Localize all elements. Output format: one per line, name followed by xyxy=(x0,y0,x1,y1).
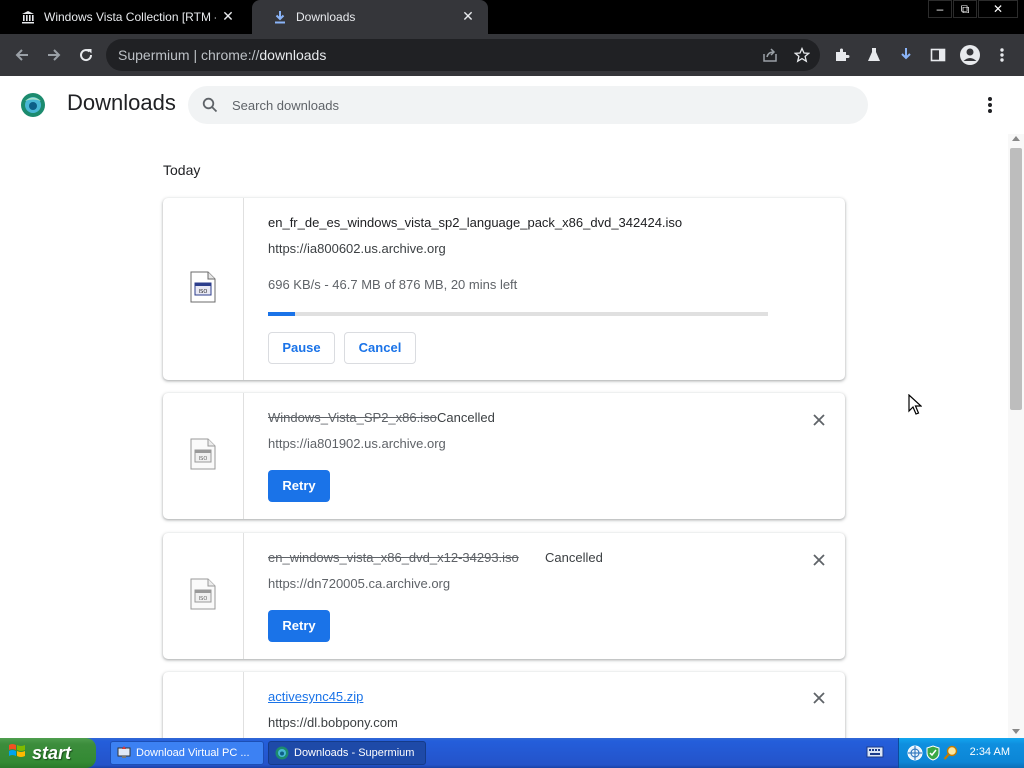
file-icon-column: ISO xyxy=(163,198,244,380)
svg-text:ISO: ISO xyxy=(199,289,208,295)
remove-from-list-icon[interactable] xyxy=(811,690,827,706)
progress-status-text: 696 KB/s - 46.7 MB of 876 MB, 20 mins le… xyxy=(268,277,518,292)
tab-windows-vista-collection[interactable]: Windows Vista Collection [RTM - SP2 ✕ xyxy=(0,0,248,34)
download-icon xyxy=(272,9,288,25)
source-url[interactable]: https://ia801902.us.archive.org xyxy=(268,436,446,451)
tab-downloads[interactable]: Downloads ✕ xyxy=(252,0,488,34)
task-title: Downloads - Supermium xyxy=(294,747,415,759)
keyboard-language-icon[interactable] xyxy=(866,745,884,759)
file-name: Windows_Vista_SP2_x86.iso xyxy=(268,410,437,425)
download-item: ISO en_fr_de_es_windows_vista_sp2_langua… xyxy=(163,198,845,380)
status-cancelled-label: Cancelled xyxy=(545,550,603,565)
shield-tray-icon[interactable] xyxy=(925,745,941,766)
tab-strip: Windows Vista Collection [RTM - SP2 ✕ Do… xyxy=(0,0,1024,34)
start-label: start xyxy=(32,742,72,763)
forward-icon[interactable] xyxy=(44,45,64,65)
taskbar-button-supermium[interactable]: Downloads - Supermium xyxy=(268,741,426,765)
address-bar[interactable]: Supermium | chrome://downloads xyxy=(106,39,820,71)
source-url[interactable]: https://dl.bobpony.com xyxy=(268,715,398,730)
file-name-link[interactable]: en_fr_de_es_windows_vista_sp2_language_p… xyxy=(268,215,682,230)
downloads-page: Downloads Today ISO en_fr_de_es_windows_… xyxy=(0,76,1024,738)
extensions-puzzle-icon[interactable] xyxy=(832,45,852,65)
download-details: en_windows_vista_x86_dvd_x12-34293.iso C… xyxy=(268,533,845,659)
back-icon[interactable] xyxy=(12,45,32,65)
search-tray-icon[interactable] xyxy=(943,745,959,766)
system-tray: 2:34 AM xyxy=(898,738,1024,768)
file-icon-column xyxy=(163,672,244,738)
svg-text:ISO: ISO xyxy=(199,596,208,602)
download-item: ISO Windows_Vista_SP2_x86.iso Cancelled … xyxy=(163,393,845,519)
supermium-icon xyxy=(275,746,289,760)
bookmark-star-icon[interactable] xyxy=(792,45,812,65)
remove-from-list-icon[interactable] xyxy=(811,412,827,428)
task-title: Download Virtual PC ... xyxy=(136,747,250,759)
source-url[interactable]: https://ia800602.us.archive.org xyxy=(268,241,446,256)
iso-file-icon: ISO xyxy=(189,271,217,308)
tab-title: Downloads xyxy=(296,10,356,24)
date-section-label: Today xyxy=(163,162,201,178)
download-details: activesync45.zip https://dl.bobpony.com xyxy=(268,672,845,738)
minimize-button[interactable]: – xyxy=(928,0,952,18)
clock: 2:34 AM xyxy=(969,746,1010,758)
source-url[interactable]: https://dn720005.ca.archive.org xyxy=(268,576,450,591)
omnibox-scheme: chrome:// xyxy=(201,47,260,63)
share-icon[interactable] xyxy=(760,45,780,65)
restore-button[interactable]: ⧉ xyxy=(953,0,977,18)
browser-toolbar: Supermium | chrome://downloads xyxy=(0,34,1024,76)
file-name-link[interactable]: activesync45.zip xyxy=(268,689,363,704)
tab-title: Windows Vista Collection [RTM - SP2 xyxy=(44,10,216,24)
mouse-cursor-icon xyxy=(908,393,923,416)
start-button[interactable]: start xyxy=(0,738,96,768)
side-panel-icon[interactable] xyxy=(928,45,948,65)
archive-building-icon xyxy=(20,9,36,25)
iso-file-icon: ISO xyxy=(189,438,217,475)
virtualpc-icon xyxy=(117,746,131,760)
file-icon-column: ISO xyxy=(163,393,244,519)
search-bar[interactable] xyxy=(188,86,868,124)
taskbar: start Download Virtual PC ... Downloads … xyxy=(0,738,1024,768)
profile-avatar-icon[interactable] xyxy=(958,43,982,67)
more-actions-icon[interactable] xyxy=(980,94,1000,116)
iso-file-icon: ISO xyxy=(189,578,217,615)
downloads-toolbar-icon[interactable] xyxy=(896,45,916,65)
svg-text:ISO: ISO xyxy=(199,456,208,462)
file-name: en_windows_vista_x86_dvd_x12-34293.iso xyxy=(268,550,519,565)
download-details: Windows_Vista_SP2_x86.iso Cancelled http… xyxy=(268,393,845,519)
pause-button[interactable]: Pause xyxy=(268,332,335,364)
labs-flask-icon[interactable] xyxy=(864,45,884,65)
download-details: en_fr_de_es_windows_vista_sp2_language_p… xyxy=(268,198,845,380)
windows-flag-icon xyxy=(8,742,26,765)
reload-icon[interactable] xyxy=(76,45,96,65)
scroll-thumb[interactable] xyxy=(1010,148,1022,410)
omnibox-host: downloads xyxy=(259,47,327,63)
progress-bar xyxy=(268,312,768,316)
file-icon-column: ISO xyxy=(163,533,244,659)
progress-bar-fill xyxy=(268,312,295,316)
page-title: Downloads xyxy=(67,90,176,115)
scroll-up-arrow[interactable] xyxy=(1012,136,1020,141)
remove-from-list-icon[interactable] xyxy=(811,552,827,568)
close-tab-icon[interactable]: ✕ xyxy=(220,8,236,24)
omnibox-separator: | xyxy=(189,47,202,63)
cancel-button[interactable]: Cancel xyxy=(344,332,416,364)
close-tab-icon[interactable]: ✕ xyxy=(460,8,476,24)
browser-menu-icon[interactable] xyxy=(992,45,1012,65)
status-cancelled-label: Cancelled xyxy=(437,410,495,425)
close-window-button[interactable]: ✕ xyxy=(978,0,1018,18)
omnibox-brand: Supermium xyxy=(118,47,190,63)
search-input[interactable] xyxy=(232,95,832,115)
taskbar-button-virtual-pc[interactable]: Download Virtual PC ... xyxy=(110,741,264,765)
download-item: activesync45.zip https://dl.bobpony.com xyxy=(163,672,845,738)
network-globe-icon[interactable] xyxy=(907,745,923,766)
scroll-down-arrow[interactable] xyxy=(1012,729,1020,734)
retry-button[interactable]: Retry xyxy=(268,610,330,642)
address-text: Supermium | chrome://downloads xyxy=(118,47,326,63)
downloads-header: Downloads xyxy=(0,76,1024,132)
download-item: ISO en_windows_vista_x86_dvd_x12-34293.i… xyxy=(163,533,845,659)
search-icon xyxy=(202,97,218,113)
page-scrollbar[interactable] xyxy=(1008,134,1024,738)
supermium-logo-icon xyxy=(20,92,46,118)
retry-button[interactable]: Retry xyxy=(268,470,330,502)
